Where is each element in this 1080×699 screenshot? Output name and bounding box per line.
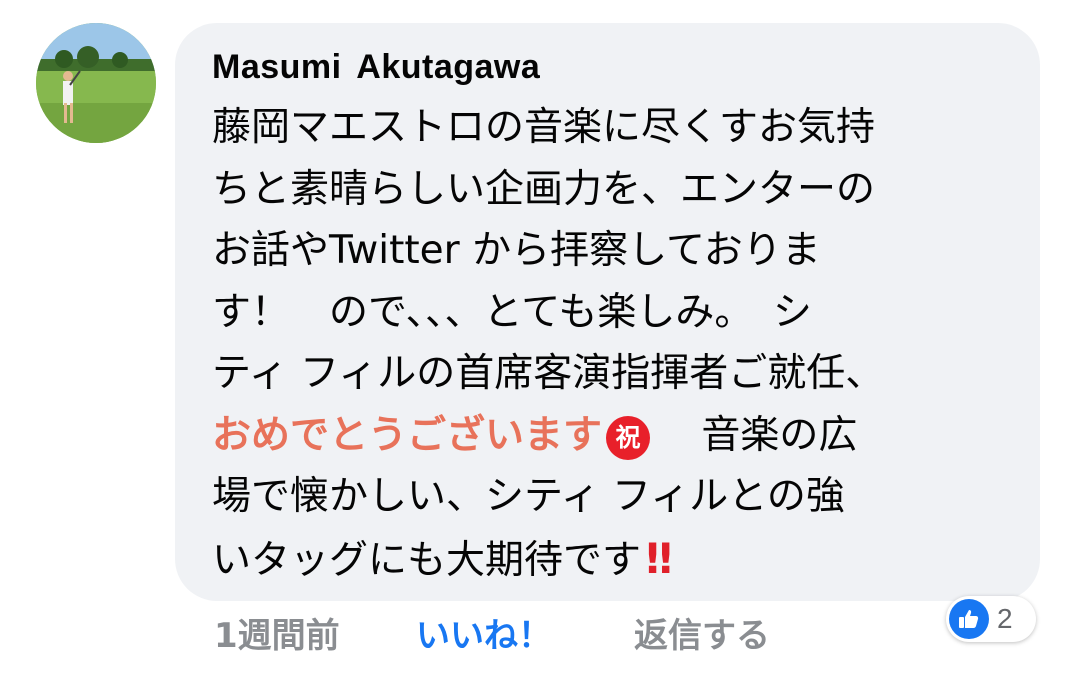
iwai-emoji-icon: 祝	[606, 415, 651, 460]
comment-line-congrats: おめでとうございます祝 音楽の広	[212, 405, 1002, 467]
comment-line: 場で懐かしい、シティ フィルとの強	[212, 474, 845, 519]
double-exclamation-emoji-icon: !!	[643, 533, 675, 583]
reaction-summary[interactable]: 2	[946, 596, 1036, 642]
comment-line: す！ ので、、、とても楽しみ。 シ	[212, 289, 812, 335]
reply-button[interactable]: 返信する	[634, 608, 770, 657]
comment-line: 藤岡マエストロの音楽に尽くすお気持	[212, 105, 876, 150]
reaction-count: 2	[997, 603, 1013, 634]
comment-line-tail: 音楽の広	[650, 412, 858, 458]
comment-author[interactable]: Masumi Akutagawa	[212, 48, 540, 87]
comment-timestamp[interactable]: 1週間前	[214, 608, 340, 657]
golf-photo-icon	[36, 23, 156, 143]
avatar[interactable]	[36, 23, 156, 143]
thumbs-up-icon	[949, 599, 989, 639]
comment-line: ちと素晴らしい企画力を、エンターの	[212, 166, 876, 212]
comment-line-last: いタッグにも大期待です!!	[212, 528, 1002, 592]
comment-line-text: いタッグにも大期待です	[212, 537, 642, 583]
comment-line: ティ フィルの首席客演指揮者ご就任、	[212, 351, 885, 396]
like-button[interactable]: いいね！	[416, 608, 552, 657]
comment-line: お話やTwitter から拝察しておりま	[212, 228, 821, 273]
congrats-text: おめでとうございます	[212, 412, 603, 458]
comment-text: 藤岡マエストロの音楽に尽くすお気持 ちと素晴らしい企画力を、エンターの お話やT…	[212, 97, 1002, 591]
